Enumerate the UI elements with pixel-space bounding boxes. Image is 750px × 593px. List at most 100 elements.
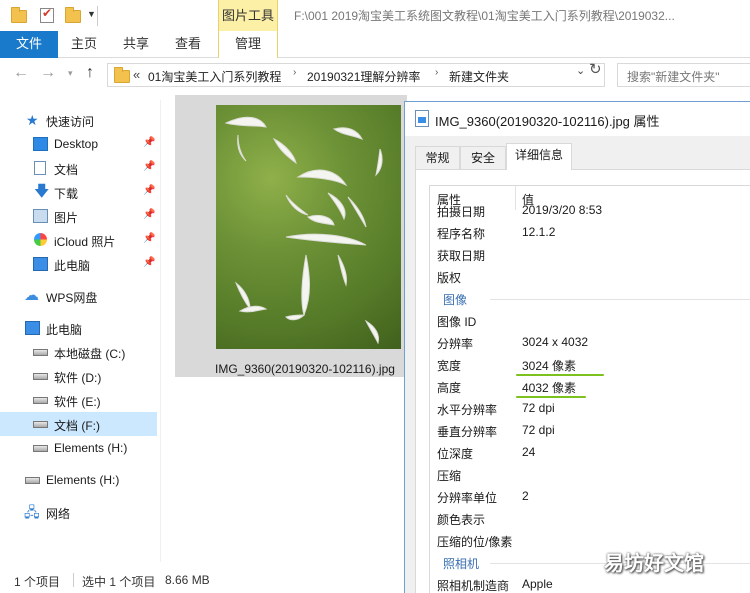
nav-drive-c[interactable]: 本地磁盘 (C:) <box>0 340 157 364</box>
breadcrumb-2[interactable]: 20190321理解分辨率 <box>307 68 420 85</box>
property-name: 照相机制造商 <box>437 579 510 593</box>
refresh-icon[interactable]: ↻ <box>589 60 604 78</box>
property-value: 12.1.2 <box>522 225 556 239</box>
breadcrumb-1[interactable]: 01淘宝美工入门系列教程 <box>148 68 281 85</box>
property-row[interactable]: 拍摄日期 2019/3/20 8:53 <box>430 200 750 222</box>
property-name: 压缩的位/像素 <box>437 535 513 549</box>
search-placeholder: 搜索"新建文件夹" <box>627 70 720 84</box>
property-row[interactable]: 分辨率单位 2 <box>430 486 750 508</box>
highlight-underline <box>516 396 586 398</box>
forward-icon[interactable]: → <box>40 64 56 82</box>
property-row[interactable]: 分辨率 3024 x 4032 <box>430 332 750 354</box>
nav-network[interactable]: 🖧 网络 <box>0 500 157 524</box>
selection-size: 8.66 MB <box>165 573 210 587</box>
folder-icon <box>114 67 130 83</box>
property-row[interactable]: 颜色表示 <box>430 508 750 530</box>
nav-wps-cloud[interactable]: ☁ WPS网盘 <box>0 284 157 308</box>
property-row[interactable]: 照相机制造商 Apple <box>430 574 750 593</box>
pin-icon[interactable]: 📌 <box>143 137 155 148</box>
nav-desktop[interactable]: Desktop 📌 <box>0 132 157 156</box>
address-row: ← → ▾ ↑ « 01淘宝美工入门系列教程 › 20190321理解分辨率 ›… <box>0 59 750 91</box>
highlight-underline <box>516 374 604 376</box>
nav-pictures[interactable]: 图片 📌 <box>0 204 157 228</box>
property-value: 72 dpi <box>522 401 555 415</box>
nav-label: 图片 <box>54 211 79 225</box>
pin-icon[interactable]: 📌 <box>143 233 155 244</box>
nav-downloads[interactable]: 🡇 下载 📌 <box>0 180 157 204</box>
nav-label: WPS网盘 <box>46 291 98 305</box>
dialog-title-bar[interactable]: IMG_9360(20190320-102116).jpg 属性 <box>405 102 750 136</box>
recent-locations-icon[interactable]: ▾ <box>68 68 73 79</box>
property-row[interactable]: 压缩 <box>430 464 750 486</box>
details-panel: 属性 值 拍摄日期 2019/3/20 8:53 程序名称 12.1.2 获取日期 版权图… <box>415 169 750 593</box>
drive-icon <box>33 421 48 428</box>
folder-icon <box>11 6 29 24</box>
nav-drive-e[interactable]: 软件 (E:) <box>0 388 157 412</box>
nav-drive-f[interactable]: 文档 (F:) <box>0 412 157 436</box>
property-list[interactable]: 属性 值 拍摄日期 2019/3/20 8:53 程序名称 12.1.2 获取日期 版权图… <box>429 185 750 593</box>
customize-toolbar-icon[interactable]: ▼ <box>87 9 96 19</box>
section-image[interactable]: 图像 <box>430 288 750 310</box>
property-name: 压缩 <box>437 469 462 483</box>
tab-home[interactable]: 主页 <box>58 31 110 58</box>
property-row[interactable]: 获取日期 <box>430 244 750 266</box>
properties-icon[interactable] <box>40 6 58 24</box>
property-row[interactable]: 位深度 24 <box>430 442 750 464</box>
nav-quick-access[interactable]: ★ 快速访问 <box>0 108 157 132</box>
pin-icon[interactable]: 📌 <box>143 209 155 220</box>
property-row[interactable]: 图像 ID <box>430 310 750 332</box>
property-value: 3024 像素 <box>522 359 577 373</box>
address-bar[interactable]: « 01淘宝美工入门系列教程 › 20190321理解分辨率 › 新建文件夹 <box>107 63 605 87</box>
property-row[interactable]: 宽度 3024 像素 <box>430 354 750 376</box>
property-name: 宽度 <box>437 359 462 373</box>
documents-icon <box>34 161 46 175</box>
breadcrumb-separator-icon[interactable]: › <box>293 67 296 78</box>
cloud-icon: ☁ <box>24 287 39 304</box>
tab-file[interactable]: 文件 <box>0 31 58 58</box>
nav-label: 下载 <box>54 187 79 201</box>
back-icon[interactable]: ← <box>13 64 29 82</box>
icloud-photos-icon <box>34 233 47 246</box>
up-icon[interactable]: ↑ <box>86 64 94 82</box>
overflow-chevron[interactable]: « <box>133 67 140 82</box>
pin-icon[interactable]: 📌 <box>143 161 155 172</box>
nav-label: 软件 (D:) <box>54 371 102 385</box>
nav-label: Elements (H:) <box>46 473 120 487</box>
breadcrumb-3[interactable]: 新建文件夹 <box>449 68 509 85</box>
tab-security[interactable]: 安全 <box>460 146 506 169</box>
nav-icloud-photos[interactable]: iCloud 照片 📌 <box>0 228 157 252</box>
drive-icon <box>33 445 48 452</box>
new-folder-icon[interactable] <box>65 6 83 24</box>
property-row[interactable]: 高度 4032 像素 <box>430 376 750 398</box>
property-row[interactable]: 水平分辨率 72 dpi <box>430 398 750 420</box>
tab-manage[interactable]: 管理 <box>218 31 278 58</box>
ribbon-tabs: 文件 主页 共享 查看 管理 <box>0 31 750 58</box>
nav-this-pc-pinned[interactable]: 此电脑 📌 <box>0 252 157 276</box>
dialog-title: IMG_9360(20190320-102116).jpg 属性 <box>435 114 660 129</box>
property-value: 2 <box>522 489 529 503</box>
tab-details[interactable]: 详细信息 <box>506 143 572 170</box>
property-row[interactable]: 垂直分辨率 72 dpi <box>430 420 750 442</box>
property-value: 3024 x 4032 <box>522 335 589 349</box>
property-row[interactable]: 程序名称 12.1.2 <box>430 222 750 244</box>
property-name: 获取日期 <box>437 249 486 263</box>
pin-icon[interactable]: 📌 <box>143 257 155 268</box>
pin-icon[interactable]: 📌 <box>143 185 155 196</box>
file-item[interactable]: IMG_9360(20190320-102116).jpg <box>175 95 407 377</box>
nav-label: 网络 <box>46 507 71 521</box>
tab-view[interactable]: 查看 <box>162 31 214 58</box>
property-name: 颜色表示 <box>437 513 486 527</box>
property-name: 分辨率单位 <box>437 491 498 505</box>
address-dropdown-icon[interactable]: ⌄ <box>576 64 585 77</box>
property-row[interactable]: 版权 <box>430 266 750 288</box>
tab-share[interactable]: 共享 <box>110 31 162 58</box>
nav-documents[interactable]: 文档 📌 <box>0 156 157 180</box>
property-name: 图像 ID <box>437 315 477 329</box>
nav-drive-h[interactable]: Elements (H:) <box>0 436 157 460</box>
nav-this-pc[interactable]: 此电脑 <box>0 316 157 340</box>
nav-elements-h[interactable]: Elements (H:) <box>0 468 157 492</box>
nav-drive-d[interactable]: 软件 (D:) <box>0 364 157 388</box>
tab-general[interactable]: 常规 <box>415 146 460 169</box>
breadcrumb-separator-icon[interactable]: › <box>435 67 438 78</box>
search-input[interactable]: 搜索"新建文件夹" <box>617 63 750 87</box>
